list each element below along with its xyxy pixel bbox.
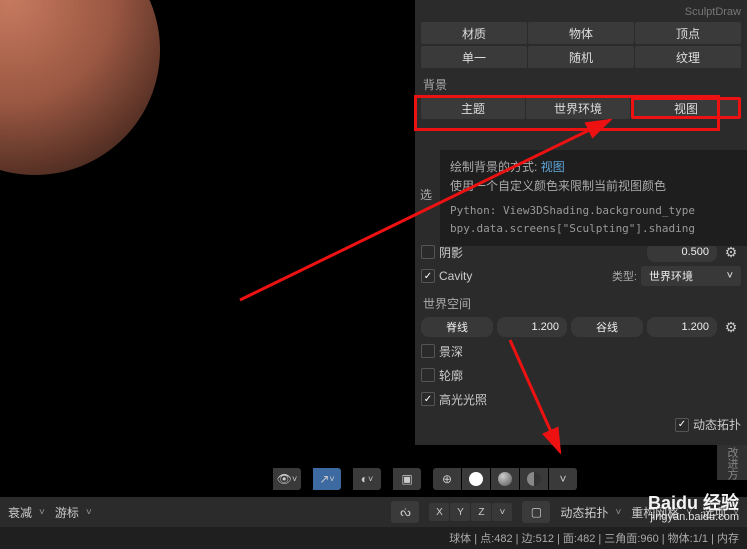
sphere-mesh <box>0 0 160 175</box>
specular-checkbox[interactable] <box>421 392 435 406</box>
specular-label: 高光光照 <box>439 391 741 408</box>
watermark: Baidu 经验 jingyan.baidu.com <box>648 494 739 523</box>
falloff-dropdown[interactable]: 衰减 <box>8 504 45 521</box>
mirror-icon[interactable]: ᔔ <box>391 501 419 523</box>
xray-toggle[interactable]: ▣ <box>393 468 421 490</box>
cavity-type-dropdown[interactable]: 世界环境 ˅ <box>641 266 741 286</box>
rside-item[interactable]: 改进方 <box>724 447 740 480</box>
tooltip-desc: 使用一个自定义颜色来限制当前视图颜色 <box>450 177 737 196</box>
world-space-row: 脊线 1.200 谷线 1.200 ⚙ <box>421 316 741 338</box>
axis-x[interactable]: X <box>429 503 449 521</box>
tab-random[interactable]: 随机 <box>528 46 634 68</box>
tooltip-value: 视图 <box>541 160 565 174</box>
tab-object[interactable]: 物体 <box>528 22 634 44</box>
tooltip-python-2: bpy.data.screens["Sculpting"].shading <box>450 220 737 238</box>
cavity-row: Cavity 类型: 世界环境 ˅ <box>421 265 741 287</box>
world-space-label: 世界空间 <box>423 295 739 312</box>
dyntopo-icon[interactable]: ▢ <box>522 501 550 523</box>
ridge-label: 脊线 <box>421 317 493 337</box>
shading-wireframe[interactable]: ⊕ <box>433 468 461 490</box>
shadow-label: 阴影 <box>439 244 643 261</box>
tab-vertex[interactable]: 顶点 <box>635 22 741 44</box>
header-shading-icons: 👁˅ ↗˅ ◐˅ ▣ ⊕ ˅ <box>273 468 577 490</box>
specular-row: 高光光照 <box>421 388 741 410</box>
background-section-label: 背景 <box>423 76 739 93</box>
axis-z[interactable]: Z <box>471 503 491 521</box>
header-toolbar: 衰减 游标 ᔔ X Y Z ˅ ▢ 动态拓扑 重构网格 选项 <box>0 497 747 527</box>
tooltip-python-1: Python: View3DShading.background_type <box>450 202 737 220</box>
valley-label: 谷线 <box>571 317 643 337</box>
cavity-settings[interactable]: ⚙ <box>721 317 741 337</box>
shading-dropdown[interactable]: ˅ <box>549 468 577 490</box>
tab-single[interactable]: 单一 <box>421 46 527 68</box>
outline-label: 轮廓 <box>439 367 741 384</box>
dof-checkbox[interactable] <box>421 344 435 358</box>
tab-texture[interactable]: 纹理 <box>635 46 741 68</box>
axis-chevron[interactable]: ˅ <box>492 503 512 521</box>
dyntopo-dropdown[interactable]: 动态拓扑 <box>560 504 621 521</box>
watermark-url: jingyan.baidu.com <box>648 512 739 523</box>
selection-label: 选 <box>420 186 432 203</box>
shading-solid[interactable] <box>462 468 490 490</box>
watermark-brand: Baidu 经验 <box>648 493 739 513</box>
shading-matprev[interactable] <box>491 468 519 490</box>
shadow-checkbox[interactable] <box>421 245 435 259</box>
tab-material[interactable]: 材质 <box>421 22 527 44</box>
status-bar: 球体 | 点:482 | 边:512 | 面:482 | 三角面:960 | 物… <box>0 527 747 549</box>
shading-rendered[interactable] <box>520 468 548 490</box>
dof-row: 景深 <box>421 340 741 362</box>
outline-checkbox[interactable] <box>421 368 435 382</box>
chevron-down-icon: ˅ <box>727 270 733 282</box>
brush-name: SculptDraw <box>421 6 741 18</box>
tooltip-label: 绘制背景的方式: <box>450 160 537 174</box>
cursor-dropdown[interactable]: 游标 <box>55 504 92 521</box>
dyntopo-checkbox[interactable] <box>675 418 689 432</box>
overlay-toggle[interactable]: ◐˅ <box>353 468 381 490</box>
outline-row: 轮廓 <box>421 364 741 386</box>
ridge-value[interactable]: 1.200 <box>497 317 567 337</box>
gizmo-toggle[interactable]: ↗˅ <box>313 468 341 490</box>
axis-y[interactable]: Y <box>450 503 470 521</box>
dof-label: 景深 <box>439 343 741 360</box>
cavity-checkbox[interactable] <box>421 269 435 283</box>
type-label: 类型: <box>612 268 637 284</box>
visibility-toggle[interactable]: 👁˅ <box>273 468 301 490</box>
annotation-box <box>414 95 720 131</box>
color-type-row: 材质 物体 顶点 <box>421 22 741 44</box>
cavity-type-value: 世界环境 <box>649 268 693 284</box>
dyntopo-side-label: 动态拓扑 <box>693 416 741 433</box>
cavity-label: Cavity <box>439 269 608 283</box>
color-mode-row: 单一 随机 纹理 <box>421 46 741 68</box>
tooltip: 绘制背景的方式: 视图 使用一个自定义颜色来限制当前视图颜色 Python: V… <box>440 150 747 246</box>
mirror-axes: X Y Z ˅ <box>429 503 512 521</box>
valley-value[interactable]: 1.200 <box>647 317 717 337</box>
